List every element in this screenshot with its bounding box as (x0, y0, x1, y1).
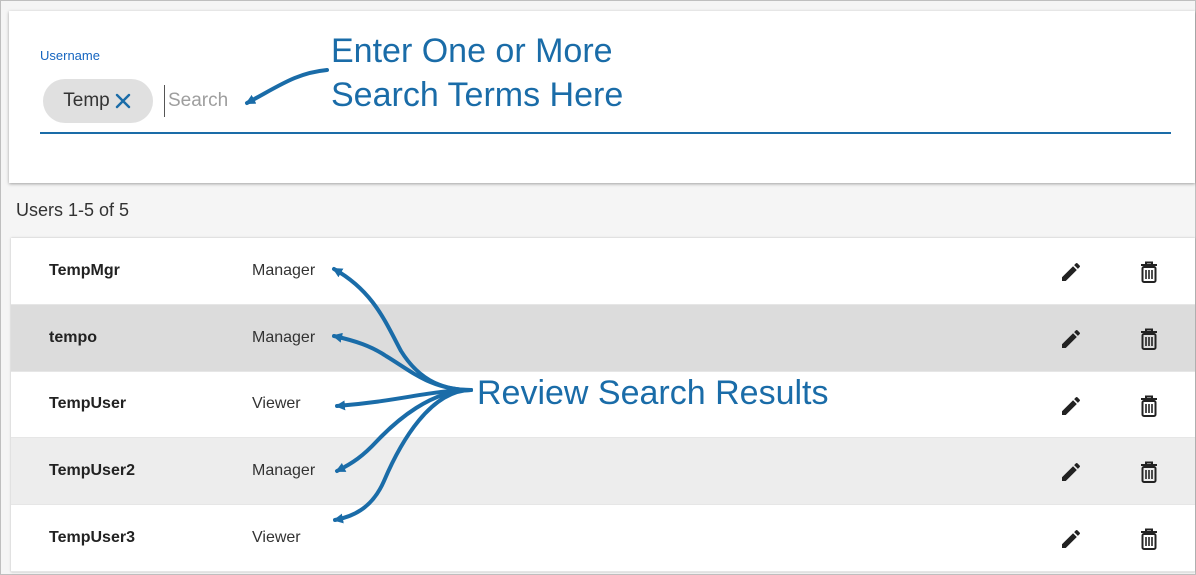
pencil-icon[interactable] (1059, 260, 1083, 289)
role-cell: Viewer (252, 529, 301, 547)
role-cell: Manager (252, 328, 316, 346)
username-cell: TempUser (49, 395, 127, 413)
user-search-view: Username Temp Users 1-5 of 5 TempMgr Man… (0, 0, 1196, 575)
role-cell: Manager (252, 462, 316, 480)
trash-icon[interactable] (1138, 326, 1160, 357)
results-count: Users 1-5 of 5 (16, 200, 130, 220)
username-cell: TempMgr (49, 261, 120, 279)
search-callout-line-2: Search Terms Here (331, 76, 624, 114)
trash-icon[interactable] (1138, 526, 1160, 557)
search-term-chip[interactable]: Temp (43, 79, 153, 123)
search-terms-callout: Enter One or More Search Terms Here (331, 29, 623, 117)
trash-icon[interactable] (1138, 459, 1160, 490)
results-callout: Review Search Results (477, 374, 829, 412)
username-cell: TempUser3 (49, 529, 135, 547)
search-callout-line-1: Enter One or More (331, 32, 613, 70)
close-icon[interactable] (113, 91, 133, 111)
table-row[interactable]: TempUser2 Manager (11, 438, 1195, 506)
trash-icon[interactable] (1138, 393, 1160, 424)
pencil-icon[interactable] (1059, 327, 1083, 356)
table-row[interactable]: TempMgr Manager (11, 238, 1195, 305)
table-row[interactable]: tempo Manager (11, 304, 1195, 372)
username-cell: TempUser2 (49, 462, 135, 480)
search-input[interactable] (164, 85, 258, 117)
username-cell: tempo (49, 328, 97, 346)
table-row[interactable]: TempUser3 Viewer (11, 505, 1195, 572)
username-field-label: Username (40, 48, 100, 63)
search-term-chip-label: Temp (63, 90, 110, 111)
pencil-icon[interactable] (1059, 527, 1083, 556)
search-field-underline (40, 132, 1171, 134)
role-cell: Manager (252, 261, 316, 279)
role-cell: Viewer (252, 395, 301, 413)
pencil-icon[interactable] (1059, 394, 1083, 423)
trash-icon[interactable] (1138, 259, 1160, 290)
pencil-icon[interactable] (1059, 460, 1083, 489)
